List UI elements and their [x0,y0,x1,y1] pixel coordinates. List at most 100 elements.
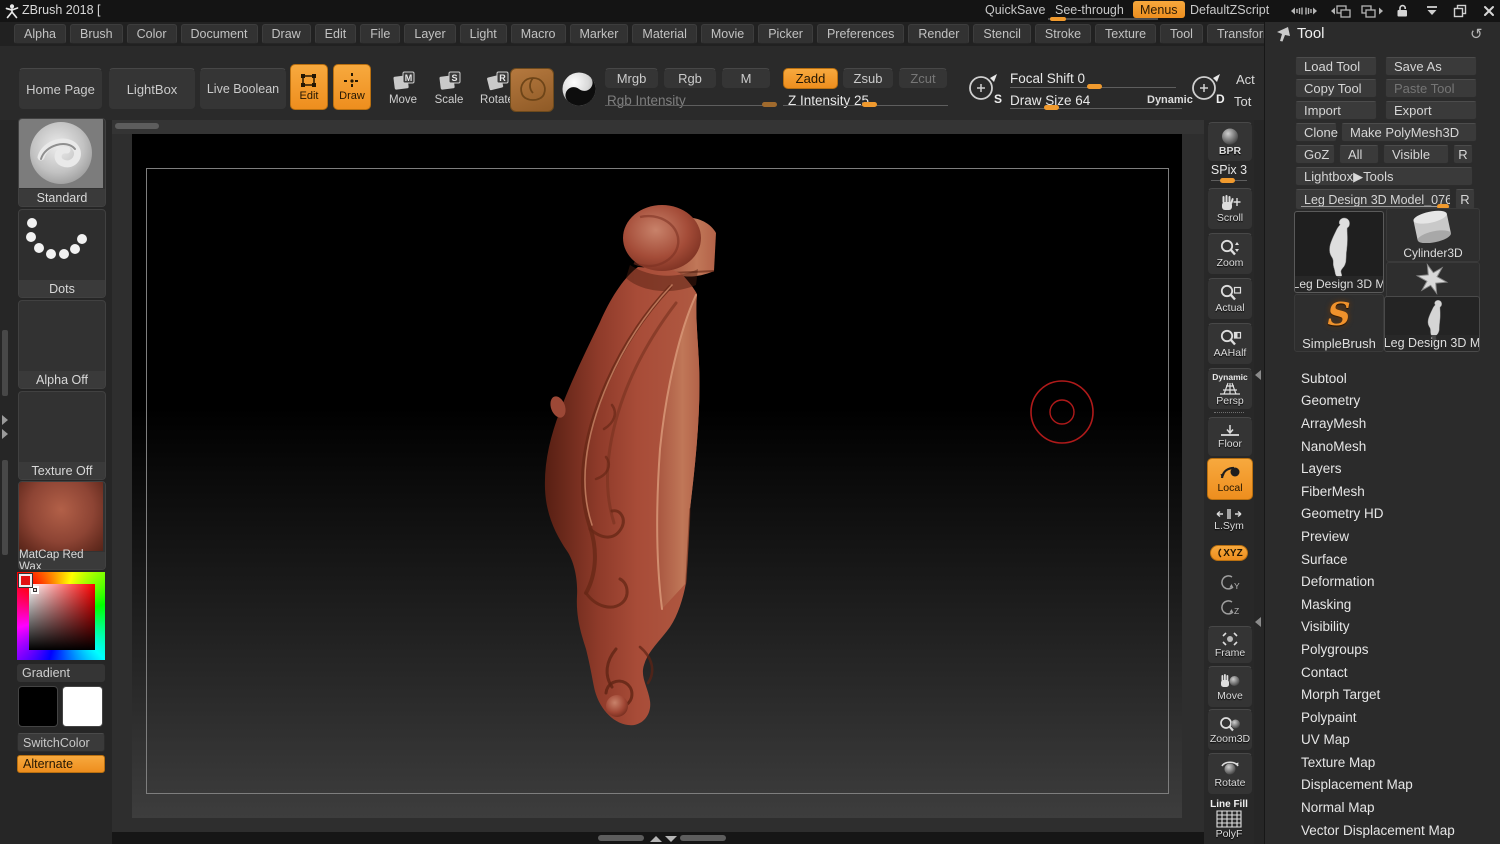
m-toggle[interactable]: M [721,68,771,89]
section-texture-map[interactable]: Texture Map [1265,751,1500,774]
minimize-icon[interactable] [1424,4,1440,18]
lightbox-button[interactable]: LightBox [108,68,196,110]
canvas-top-grip[interactable] [115,123,159,129]
zsub-toggle[interactable]: Zsub [842,68,894,89]
right-tray-arrow-icon[interactable] [1255,370,1261,380]
secondary-color-swatch[interactable] [62,686,103,727]
rgb-intensity-slider[interactable] [605,105,775,106]
tool-reset-icon[interactable]: ↺ [1470,25,1483,43]
local-button[interactable]: Local [1207,458,1253,500]
draw-mode-button[interactable]: Draw [333,64,371,110]
zoom3d-button[interactable]: Zoom3D [1207,709,1253,751]
rgb-intensity-handle[interactable] [762,102,777,107]
left-tray-divider-2[interactable] [2,460,8,555]
panel-shift-right-icon[interactable] [1360,3,1386,19]
divider-adjust-icon[interactable] [1287,4,1321,18]
see-through-slider-handle[interactable] [1050,17,1066,21]
y-rotation-button[interactable]: Y [1207,572,1251,594]
menu-draw[interactable]: Draw [261,24,311,44]
current-color-swatch[interactable] [19,574,32,587]
bottom-grip-left[interactable] [598,835,644,841]
menu-stencil[interactable]: Stencil [973,24,1031,44]
bpr-button[interactable]: BPR [1207,122,1253,162]
focal-shift-label[interactable]: Focal Shift 0 [1010,71,1085,86]
rotate3d-button[interactable]: Rotate [1207,753,1253,795]
xyz-rotation-button[interactable]: XYZ [1210,545,1248,561]
menu-file[interactable]: File [360,24,401,44]
menu-edit[interactable]: Edit [314,24,357,44]
save-as-button[interactable]: Save As [1385,57,1477,76]
paste-tool-button[interactable]: Paste Tool [1385,79,1477,98]
left-tray-arrow-icon-2[interactable] [2,429,8,439]
menu-light[interactable]: Light [459,24,507,44]
sculptris-pro-button[interactable]: S [965,70,1003,108]
section-polypaint[interactable]: Polypaint [1265,706,1500,729]
copy-tool-button[interactable]: Copy Tool [1295,79,1377,98]
color-picker[interactable] [17,572,105,660]
menu-color[interactable]: Color [126,24,177,44]
floor-button[interactable]: Floor [1207,417,1253,457]
move3d-button[interactable]: Move [1207,666,1253,708]
section-geometry[interactable]: Geometry [1265,390,1500,413]
mrgb-toggle[interactable]: Mrgb [604,68,659,89]
menu-movie[interactable]: Movie [700,24,755,44]
menu-marker[interactable]: Marker [569,24,629,44]
menu-alpha[interactable]: Alpha [14,24,66,44]
material-selector[interactable]: MatCap Red Wax [18,481,106,570]
zcut-toggle[interactable]: Zcut [898,68,948,89]
edit-mode-button[interactable]: Edit [290,64,328,110]
menu-document[interactable]: Document [180,24,258,44]
lock-icon[interactable] [1394,3,1410,19]
rgb-toggle[interactable]: Rgb [663,68,717,89]
menu-macro[interactable]: Macro [510,24,566,44]
tray-open-down-icon[interactable] [665,836,677,842]
section-subtool[interactable]: Subtool [1265,367,1500,390]
actual-button[interactable]: Actual [1207,278,1253,320]
simplebrush-thumbnail[interactable]: S SimpleBrush [1294,294,1384,352]
dynamic-size-button[interactable]: D [1188,70,1226,108]
texture-selector[interactable]: Texture Off [18,391,106,480]
z-rotation-button[interactable]: Z [1207,597,1251,619]
menu-preferences[interactable]: Preferences [816,24,905,44]
bottom-grip-right[interactable] [680,835,726,841]
section-geometry-hd[interactable]: Geometry HD [1265,503,1500,526]
make-polymesh3d-button[interactable]: Make PolyMesh3D [1341,123,1477,142]
tray-open-up-icon[interactable] [650,836,662,842]
current-material-sphere[interactable] [561,71,597,107]
document-viewport[interactable] [132,134,1182,818]
scale-mode-button[interactable]: S Scale [426,70,472,106]
color-picker-selector[interactable] [31,586,39,594]
see-through-label[interactable]: See-through [1055,3,1124,17]
section-normal-map[interactable]: Normal Map [1265,796,1500,819]
z-intensity-handle[interactable] [862,102,877,107]
section-nanomesh[interactable]: NanoMesh [1265,435,1500,458]
persp-button[interactable]: Dynamic Persp [1207,368,1253,410]
alpha-selector[interactable]: Alpha Off [18,300,106,389]
menu-material[interactable]: Material [632,24,697,44]
draw-size-handle[interactable] [1044,105,1059,110]
panel-shift-left-icon[interactable] [1328,3,1354,19]
lsym-button[interactable]: L.Sym [1207,505,1251,535]
right-tray-arrow-icon-2[interactable] [1255,617,1261,627]
goz-r-button[interactable]: R [1453,145,1473,164]
goz-visible-button[interactable]: Visible [1383,145,1449,164]
import-button[interactable]: Import [1295,101,1377,120]
menu-brush[interactable]: Brush [69,24,123,44]
menu-tool[interactable]: Tool [1160,24,1203,44]
current-brush-thumbnail[interactable] [510,68,554,112]
main-color-swatch[interactable] [18,686,58,727]
gradient-toggle[interactable]: Gradient [17,664,105,682]
section-arraymesh[interactable]: ArrayMesh [1265,412,1500,435]
cylinder3d-thumbnail[interactable]: Cylinder3D [1386,208,1480,262]
goz-button[interactable]: GoZ [1295,145,1335,164]
section-layers[interactable]: Layers [1265,457,1500,480]
section-displacement-map[interactable]: Displacement Map [1265,774,1500,797]
frame-button[interactable]: Frame [1207,626,1253,664]
left-tray-divider[interactable] [2,330,8,396]
menu-layer[interactable]: Layer [404,24,456,44]
section-deformation[interactable]: Deformation [1265,570,1500,593]
spix-slider-label[interactable]: SPix 3 [1204,163,1254,177]
home-page-button[interactable]: Home Page [18,68,103,110]
active-tool-thumbnail[interactable]: Leg Design 3D M [1294,211,1384,293]
section-morph-target[interactable]: Morph Target [1265,683,1500,706]
